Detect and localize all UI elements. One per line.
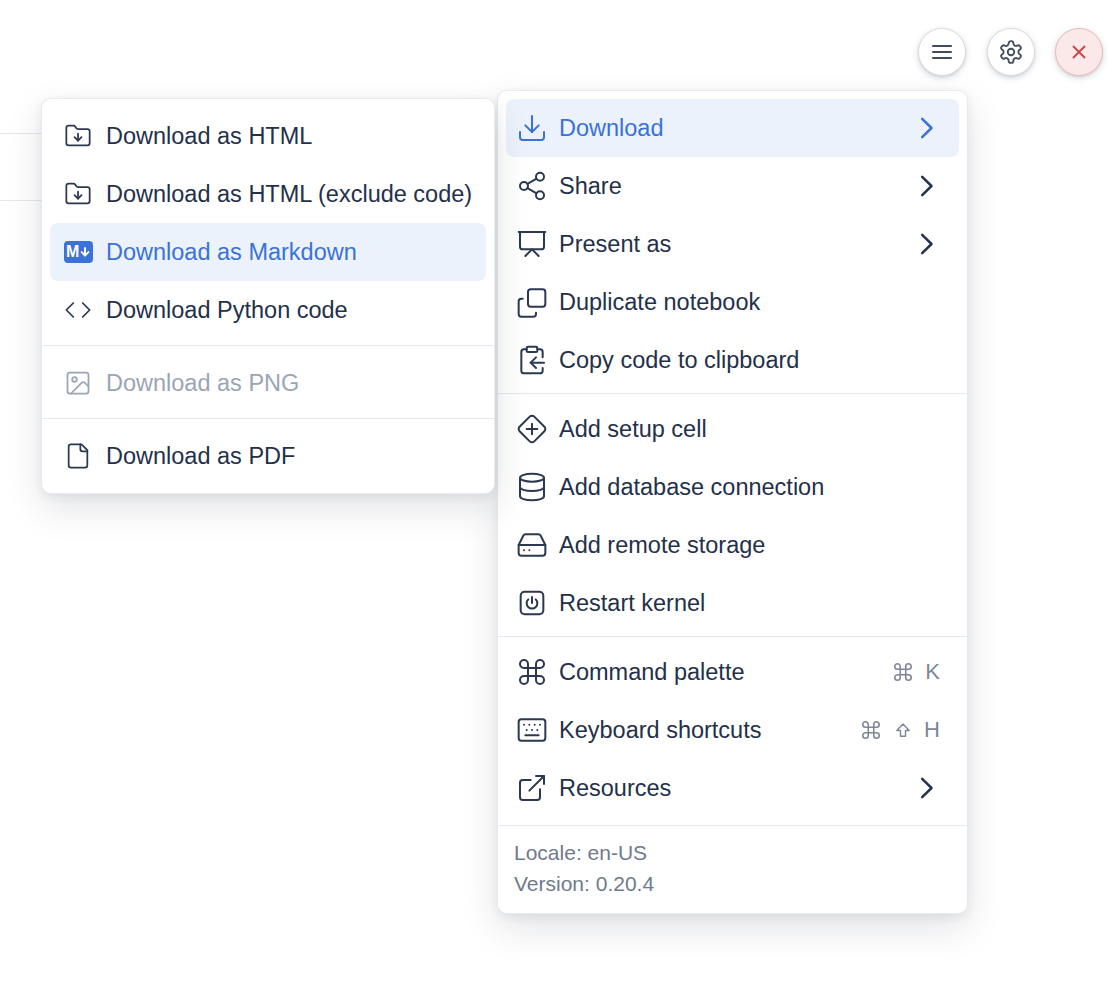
share-icon — [516, 170, 548, 202]
menu-item-command-palette[interactable]: Command palette K — [506, 643, 959, 701]
clipboard-copy-icon — [516, 344, 548, 376]
menu-item-download-as-markdown[interactable]: M Download as Markdown — [50, 223, 486, 281]
menu-item-keyboard-shortcuts[interactable]: Keyboard shortcuts H — [506, 701, 959, 759]
menu-item-label: Present as — [559, 231, 671, 258]
menu-item-label: Download as HTML (exclude code) — [106, 181, 472, 208]
file-icon — [64, 442, 92, 470]
presentation-icon — [516, 228, 548, 260]
menu-item-label: Restart kernel — [559, 590, 705, 617]
page-rule — [0, 133, 41, 134]
menu-item-label: Copy code to clipboard — [559, 347, 799, 374]
menu-item-copy-code-to-clipboard[interactable]: Copy code to clipboard — [506, 331, 959, 389]
download-icon — [516, 112, 548, 144]
menu-item-download-as-html[interactable]: Download as HTML — [50, 107, 486, 165]
menu-button[interactable] — [918, 28, 966, 76]
external-link-icon — [516, 772, 548, 804]
copy-icon — [516, 286, 548, 318]
menu-footer: Locale: en-US Version: 0.20.4 — [498, 825, 967, 905]
menu-item-label: Download as Markdown — [106, 239, 357, 266]
code-icon — [64, 296, 92, 324]
menu-item-share[interactable]: Share — [506, 157, 959, 215]
menu-item-add-setup-cell[interactable]: Add setup cell — [506, 400, 959, 458]
power-square-icon — [516, 587, 548, 619]
chevron-right-icon — [920, 232, 934, 256]
chevron-right-icon — [920, 116, 934, 140]
cmd-key-icon — [892, 661, 914, 683]
menu-item-label: Command palette — [559, 659, 745, 686]
menu-item-label: Resources — [559, 775, 671, 802]
menu-item-add-remote-storage[interactable]: Add remote storage — [506, 516, 959, 574]
menu-item-download-as-html-exclude-code[interactable]: Download as HTML (exclude code) — [50, 165, 486, 223]
menu-separator — [498, 393, 967, 394]
gear-icon — [998, 39, 1024, 65]
keyboard-icon — [516, 714, 548, 746]
hard-drive-icon — [516, 529, 548, 561]
menu-item-download[interactable]: Download — [506, 99, 959, 157]
menu-separator — [42, 345, 494, 346]
menu-item-download-python-code[interactable]: Download Python code — [50, 281, 486, 339]
cmd-key-icon — [860, 719, 882, 741]
download-submenu: Download as HTML Download as HTML (exclud… — [41, 98, 495, 494]
image-icon — [64, 369, 92, 397]
menu-item-label: Download as PDF — [106, 443, 295, 470]
menu-separator — [42, 418, 494, 419]
menu-item-download-as-pdf[interactable]: Download as PDF — [50, 427, 486, 485]
close-icon — [1068, 41, 1090, 63]
menu-item-restart-kernel[interactable]: Restart kernel — [506, 574, 959, 632]
folder-down-icon — [64, 122, 92, 150]
menu-item-label: Duplicate notebook — [559, 289, 760, 316]
menu-item-label: Add setup cell — [559, 416, 707, 443]
markdown-badge-icon: M — [64, 241, 92, 263]
diamond-plus-icon — [516, 413, 548, 445]
notebook-menu: Download Share Present as Duplicate noteboo… — [497, 90, 968, 914]
database-icon — [516, 471, 548, 503]
settings-button[interactable] — [987, 28, 1035, 76]
menu-item-label: Share — [559, 173, 622, 200]
menu-item-present-as[interactable]: Present as — [506, 215, 959, 273]
menu-item-duplicate-notebook[interactable]: Duplicate notebook — [506, 273, 959, 331]
menu-item-label: Download as PNG — [106, 370, 299, 397]
close-button[interactable] — [1055, 28, 1103, 76]
menu-item-label: Add database connection — [559, 474, 824, 501]
shortcut-key: H — [924, 717, 940, 743]
menu-separator — [498, 636, 967, 637]
menu-item-download-as-png: Download as PNG — [50, 354, 486, 412]
hamburger-icon — [930, 40, 954, 64]
menu-item-label: Download as HTML — [106, 123, 312, 150]
menu-item-label: Download Python code — [106, 297, 348, 324]
menu-item-add-database-connection[interactable]: Add database connection — [506, 458, 959, 516]
menu-item-resources[interactable]: Resources — [506, 759, 959, 817]
menu-item-label: Add remote storage — [559, 532, 765, 559]
shortcut-key: K — [925, 659, 940, 685]
version-text: Version: 0.20.4 — [514, 868, 951, 899]
menu-item-label: Download — [559, 115, 664, 142]
locale-text: Locale: en-US — [514, 837, 951, 868]
page-rule — [0, 200, 41, 201]
page: Download Share Present as Duplicate noteboo… — [0, 0, 1118, 984]
chevron-right-icon — [920, 174, 934, 198]
menu-item-label: Keyboard shortcuts — [559, 717, 761, 744]
shift-key-icon — [893, 720, 913, 740]
chevron-right-icon — [920, 776, 934, 800]
command-icon — [516, 656, 548, 688]
folder-down-icon — [64, 180, 92, 208]
